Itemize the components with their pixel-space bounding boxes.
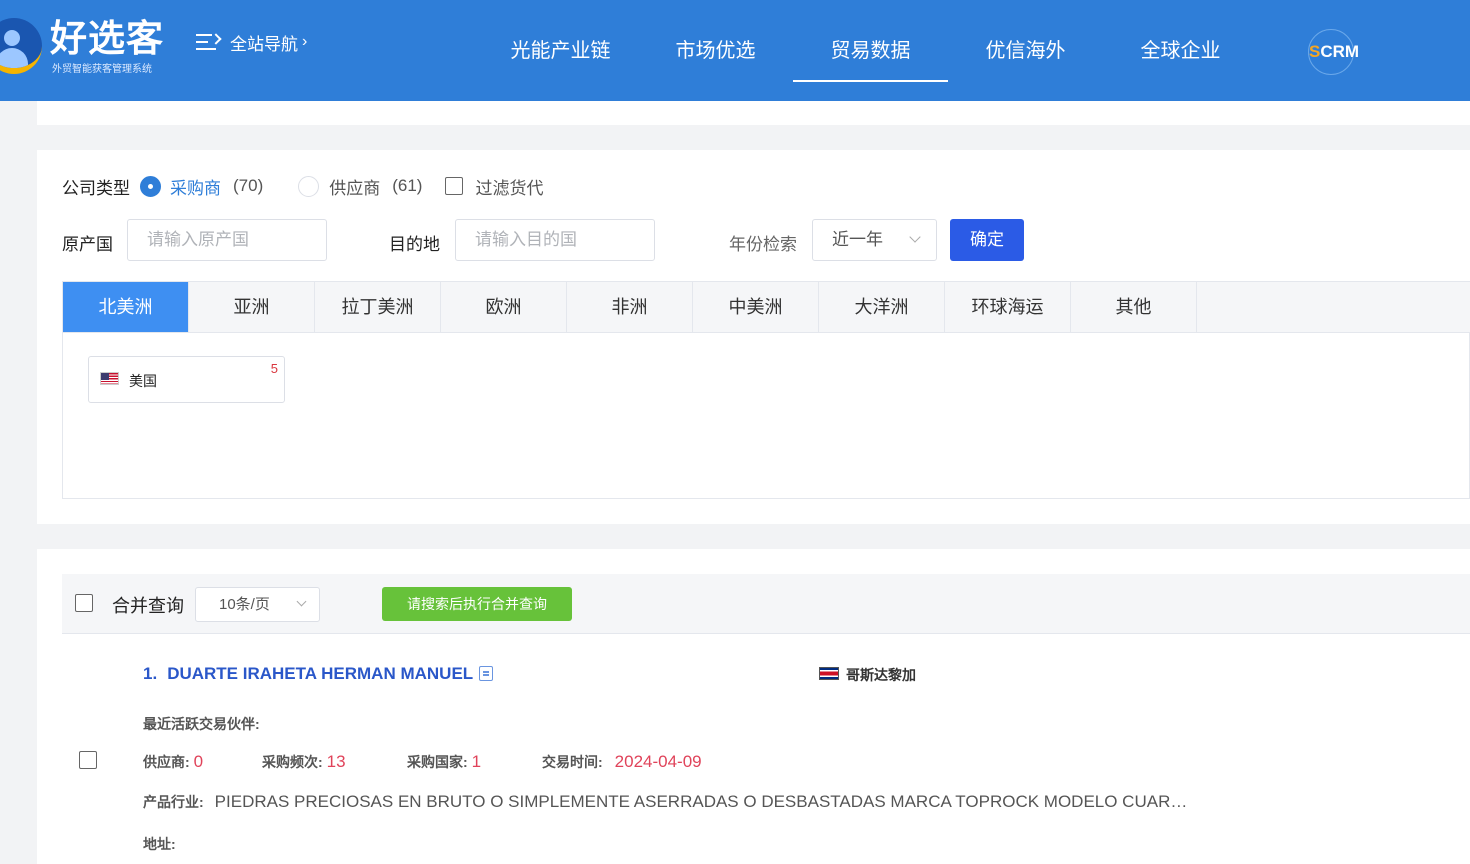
- nav-youxin-overseas[interactable]: 优信海外: [948, 20, 1103, 82]
- nav-market-selection[interactable]: 市场优选: [638, 20, 793, 82]
- country-count: 5: [270, 361, 278, 376]
- merge-query-button[interactable]: 请搜索后执行合并查询: [382, 587, 572, 621]
- region-tabs: 北美洲 亚洲 拉丁美洲 欧洲 非洲 中美洲 大洋洲 环球海运 其他: [63, 282, 1470, 333]
- tab-north-america[interactable]: 北美洲: [63, 282, 189, 332]
- year-select[interactable]: 近一年: [812, 219, 937, 261]
- results-panel: 合并查询 10条/页 请搜索后执行合并查询 1. DUARTE IRAHETA H…: [37, 549, 1470, 864]
- page-size-value: 10条/页: [219, 596, 270, 613]
- merge-query-label[interactable]: 合并查询: [112, 592, 184, 618]
- product-industry-row: 产品行业: PIEDRAS PRECIOSAS EN BRUTO O SIMPLE…: [143, 792, 1187, 812]
- purchase-frequency-value[interactable]: 13: [327, 752, 346, 771]
- tab-oceania[interactable]: 大洋洲: [819, 282, 945, 332]
- confirm-button[interactable]: 确定: [950, 219, 1024, 261]
- result-title[interactable]: 1. DUARTE IRAHETA HERMAN MANUEL: [143, 664, 494, 684]
- supplier-radio[interactable]: [298, 175, 320, 197]
- region-box: 北美洲 亚洲 拉丁美洲 欧洲 非洲 中美洲 大洋洲 环球海运 其他 美国 5: [62, 281, 1470, 499]
- nav-global-companies[interactable]: 全球企业: [1103, 20, 1258, 82]
- tab-africa[interactable]: 非洲: [567, 282, 693, 332]
- buyer-label[interactable]: 采购商: [170, 174, 221, 199]
- tab-europe[interactable]: 欧洲: [441, 282, 567, 332]
- site-nav-label: 全站导航: [230, 34, 298, 54]
- tab-latin-america[interactable]: 拉丁美洲: [315, 282, 441, 332]
- site-nav-button[interactable]: 全站导航 ›: [196, 29, 307, 55]
- product-industry-label: 产品行业:: [143, 794, 204, 810]
- top-header: 好选客 外贸智能获客管理系统 全站导航 › 光能产业链 市场优选 贸易数据 优信…: [0, 0, 1470, 101]
- active-partner-label: 最近活跃交易伙伴:: [143, 716, 260, 732]
- scrm-button[interactable]: SCRM: [1308, 29, 1359, 75]
- country-name: 美国: [129, 373, 157, 389]
- merge-query-checkbox[interactable]: [75, 594, 93, 612]
- destination-input[interactable]: 请输入目的国: [455, 219, 655, 261]
- logo-avatar-icon: [0, 18, 42, 74]
- destination-label: 目的地: [389, 235, 440, 254]
- logo-title[interactable]: 好选客: [50, 17, 164, 61]
- main-nav: 光能产业链 市场优选 贸易数据 优信海外 全球企业: [483, 20, 1258, 82]
- supplier-count-label: 供应商:: [143, 754, 190, 770]
- nav-trade-data[interactable]: 贸易数据: [793, 20, 948, 82]
- year-select-value: 近一年: [832, 230, 883, 249]
- product-industry-value: PIEDRAS PRECIOSAS EN BRUTO O SIMPLEMENTE…: [214, 792, 1188, 811]
- result-country: 哥斯达黎加: [846, 667, 916, 683]
- logo-subtitle: 外贸智能获客管理系统: [52, 64, 152, 75]
- filter-forwarder-label[interactable]: 过滤货代: [475, 174, 543, 199]
- chevron-down-icon: [909, 231, 921, 243]
- trade-date-value: 2024-04-09: [614, 752, 702, 771]
- menu-icon: [196, 31, 222, 53]
- year-label: 年份检索: [729, 235, 797, 254]
- country-card-usa[interactable]: 美国 5: [88, 356, 285, 403]
- copy-icon[interactable]: [479, 666, 494, 681]
- purchase-countries-value[interactable]: 1: [472, 752, 481, 771]
- chevron-right-icon: ›: [302, 33, 308, 50]
- buyer-radio[interactable]: [140, 175, 161, 197]
- trade-date-label: 交易时间:: [542, 754, 603, 770]
- chevron-down-icon: [296, 596, 307, 607]
- company-name-link[interactable]: DUARTE IRAHETA HERMAN MANUEL: [167, 664, 473, 683]
- supplier-count-value[interactable]: 0: [194, 752, 203, 771]
- us-flag-icon: [100, 372, 119, 385]
- address-label: 地址:: [143, 836, 176, 852]
- tab-other[interactable]: 其他: [1071, 282, 1197, 332]
- filter-forwarder-checkbox[interactable]: [445, 177, 464, 195]
- origin-label: 原产国: [62, 235, 113, 254]
- origin-input[interactable]: 请输入原产国: [127, 219, 327, 261]
- filter-panel: 公司类型 采购商 (70) 供应商 (61) 过滤货代 原产国 请输入原产国 目…: [37, 150, 1470, 524]
- purchase-frequency-label: 采购频次:: [262, 754, 323, 770]
- buyer-count: (70): [233, 176, 264, 195]
- costa-rica-flag-icon: [819, 667, 839, 680]
- company-type-label: 公司类型: [62, 178, 130, 198]
- result-index: 1.: [143, 664, 158, 683]
- nav-pv-industry-chain[interactable]: 光能产业链: [483, 20, 638, 82]
- supplier-count: (61): [392, 176, 423, 195]
- top-strip: [37, 101, 1470, 125]
- page-size-select[interactable]: 10条/页: [195, 587, 320, 622]
- tab-central-america[interactable]: 中美洲: [693, 282, 819, 332]
- tab-global-shipping[interactable]: 环球海运: [945, 282, 1071, 332]
- tab-asia[interactable]: 亚洲: [189, 282, 315, 332]
- result-checkbox[interactable]: [79, 751, 97, 769]
- supplier-label[interactable]: 供应商: [329, 174, 380, 199]
- company-type-row: 公司类型 采购商 (70) 供应商 (61) 过滤货代: [62, 173, 543, 199]
- purchase-countries-label: 采购国家:: [407, 754, 468, 770]
- results-toolbar: 合并查询 10条/页 请搜索后执行合并查询: [62, 574, 1470, 634]
